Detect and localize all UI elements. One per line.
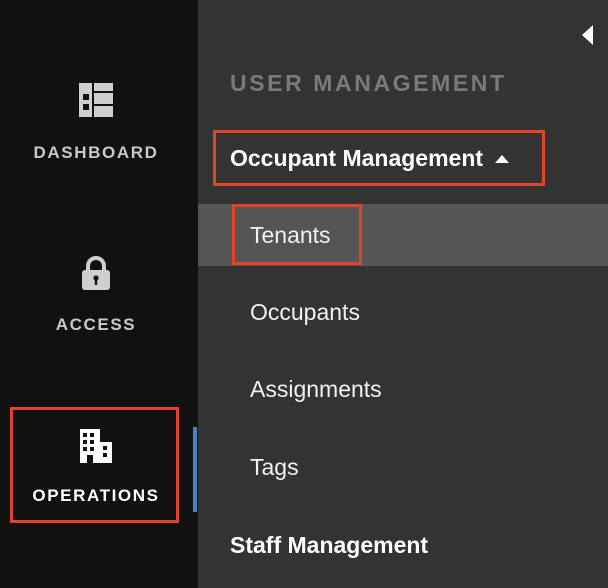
submenu-item-tags[interactable]: Tags xyxy=(198,436,608,498)
dashboard-icon xyxy=(79,83,113,117)
submenu-item-occupants[interactable]: Occupants xyxy=(198,281,608,343)
submenu-panel: USER MANAGEMENT Occupant Management Tena… xyxy=(198,0,608,588)
submenu-item-label: Occupants xyxy=(250,298,360,325)
submenu-item-label: Assignments xyxy=(250,375,382,402)
left-rail: DASHBOARD ACCESS OPERATIONS xyxy=(0,0,198,588)
rail-item-access[interactable]: ACCESS xyxy=(0,256,192,335)
active-indicator xyxy=(193,427,197,512)
caret-left-icon[interactable] xyxy=(580,24,594,46)
submenu-item-tenants[interactable]: Tenants xyxy=(198,204,608,266)
submenu-item-assignments[interactable]: Assignments xyxy=(198,358,608,420)
submenu-item-label: Tags xyxy=(250,453,299,480)
caret-up-icon xyxy=(495,154,510,163)
group-label: Occupant Management xyxy=(230,145,484,171)
submenu-item-label: Tenants xyxy=(250,221,331,248)
rail-item-operations[interactable]: OPERATIONS xyxy=(0,428,192,506)
app: DASHBOARD ACCESS OPERATIONS USER MANAGEM… xyxy=(0,0,608,588)
group-staff-management[interactable]: Staff Management xyxy=(230,532,428,559)
rail-item-dashboard[interactable]: DASHBOARD xyxy=(0,82,192,163)
rail-item-label: ACCESS xyxy=(55,315,137,334)
rail-item-label: OPERATIONS xyxy=(32,486,160,505)
group-occupant-management[interactable]: Occupant Management xyxy=(230,145,510,172)
section-title: USER MANAGEMENT xyxy=(230,70,507,96)
group-label: Staff Management xyxy=(230,532,429,558)
rail-item-label: DASHBOARD xyxy=(33,143,159,162)
lock-icon xyxy=(82,256,110,290)
building-icon xyxy=(80,429,112,463)
